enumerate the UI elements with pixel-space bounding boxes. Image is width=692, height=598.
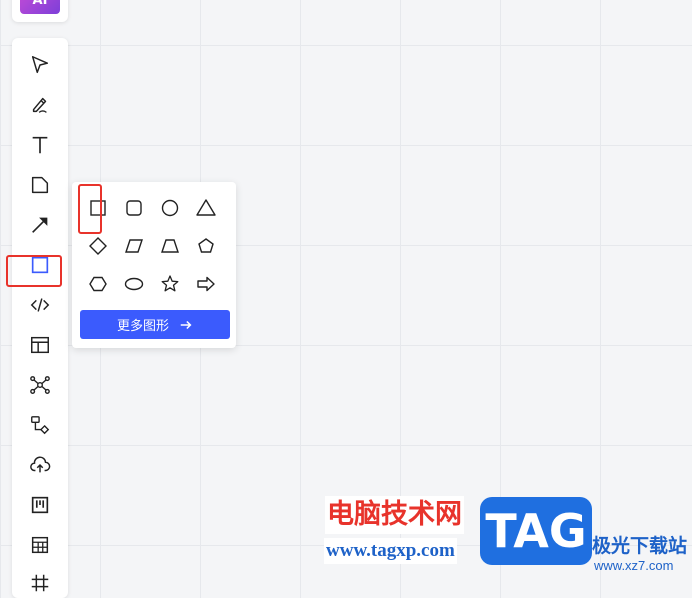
shape-diamond[interactable]	[85, 233, 111, 259]
shape-rounded-rectangle[interactable]	[121, 195, 147, 221]
shape-tool-highlight	[6, 255, 62, 287]
table-icon	[31, 536, 49, 554]
shape-parallelogram[interactable]	[121, 233, 147, 259]
layout-tool-button[interactable]	[25, 330, 55, 360]
upload-tool-button[interactable]	[25, 450, 55, 480]
text-icon	[32, 136, 48, 154]
flowchart-icon	[31, 416, 50, 435]
shape-circle[interactable]	[157, 195, 183, 221]
watermark-tag-logo: TAG	[480, 497, 592, 565]
circle-icon	[161, 199, 179, 217]
frame-icon	[31, 574, 49, 592]
rounded-rectangle-icon	[126, 200, 142, 216]
diamond-icon	[89, 237, 107, 255]
rectangle-shape-highlight	[78, 184, 102, 234]
arrow-tool-button[interactable]	[25, 210, 55, 240]
watermark-title: 电脑技术网	[325, 496, 464, 534]
watermark-site-name: 极光下载站	[592, 535, 688, 557]
pentagon-icon	[198, 238, 214, 253]
shape-hexagon[interactable]	[85, 271, 111, 297]
kanban-icon	[31, 496, 49, 514]
watermark-url: www.tagxp.com	[324, 538, 457, 564]
select-tool-button[interactable]	[25, 50, 55, 80]
shape-star[interactable]	[157, 271, 183, 297]
sticky-note-tool-button[interactable]	[25, 170, 55, 200]
more-shapes-button[interactable]: 更多图形	[80, 310, 230, 339]
sticky-note-icon	[31, 176, 49, 194]
shape-arrow-right[interactable]	[193, 271, 219, 297]
shape-triangle[interactable]	[193, 195, 219, 221]
star-icon	[161, 275, 179, 292]
mindmap-tool-button[interactable]	[25, 370, 55, 400]
table-tool-button[interactable]	[25, 530, 55, 560]
arrow-icon	[32, 217, 48, 233]
upload-icon	[30, 456, 51, 473]
layout-icon	[31, 336, 49, 354]
more-shapes-label: 更多图形	[116, 319, 169, 334]
kanban-tool-button[interactable]	[25, 490, 55, 520]
flowchart-tool-button[interactable]	[25, 410, 55, 440]
pen-tool-button[interactable]	[25, 90, 55, 120]
arrow-right-shape-icon	[197, 276, 215, 292]
shape-trapezoid[interactable]	[157, 233, 183, 259]
logo-mark: AI	[20, 0, 60, 14]
shape-pentagon[interactable]	[193, 233, 219, 259]
trapezoid-icon	[161, 239, 179, 253]
code-icon	[30, 298, 50, 312]
text-tool-button[interactable]	[25, 130, 55, 160]
watermark-site-url: www.xz7.com	[594, 558, 674, 573]
parallelogram-icon	[125, 239, 143, 253]
pen-icon	[32, 97, 47, 113]
cursor-icon	[31, 56, 49, 74]
frame-tool-button[interactable]	[25, 568, 55, 598]
mindmap-icon	[30, 376, 50, 394]
ellipse-icon	[124, 277, 144, 291]
hexagon-icon	[89, 276, 107, 292]
code-tool-button[interactable]	[25, 290, 55, 320]
arrow-right-icon	[180, 320, 192, 329]
left-toolbar	[12, 38, 68, 598]
shape-ellipse[interactable]	[121, 271, 147, 297]
triangle-icon	[196, 199, 216, 216]
app-logo[interactable]: AI	[12, 0, 68, 22]
